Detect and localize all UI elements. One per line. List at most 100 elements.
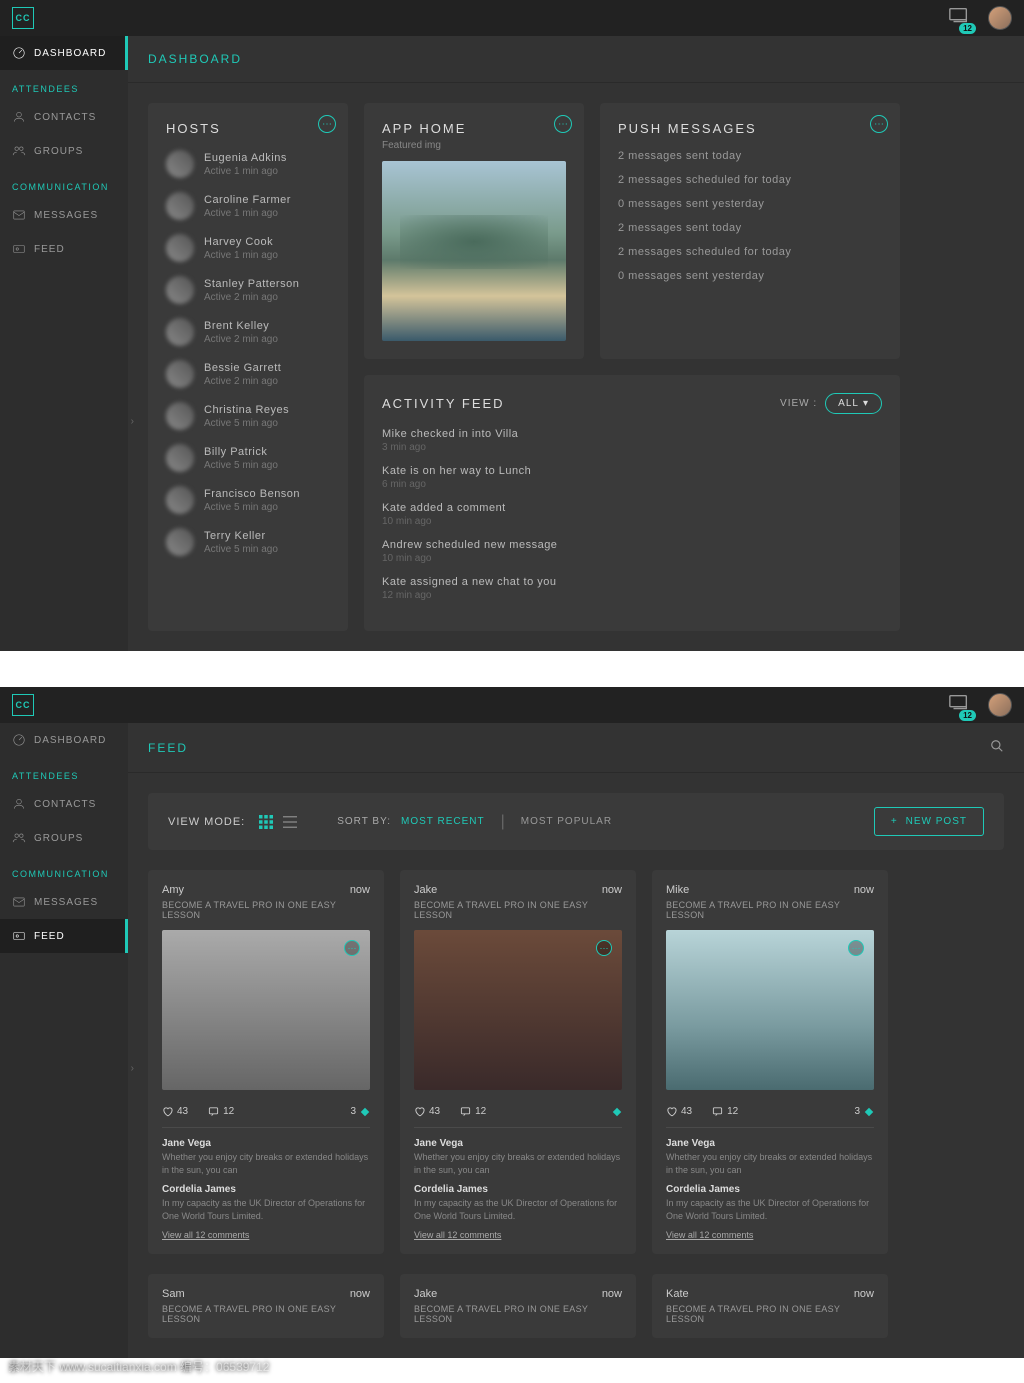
activity-time: 10 min ago xyxy=(382,553,882,564)
view-all-comments-link[interactable]: View all 12 comments xyxy=(162,1230,370,1240)
activity-row[interactable]: Mike checked in into Villa 3 min ago xyxy=(382,428,882,453)
search-icon[interactable] xyxy=(990,739,1004,756)
page-title: DASHBOARD xyxy=(128,36,1024,83)
activity-text: Kate added a comment xyxy=(382,502,882,514)
post-time: now xyxy=(350,884,370,896)
view-all-comments-link[interactable]: View all 12 comments xyxy=(414,1230,622,1240)
list-view-icon[interactable] xyxy=(283,815,297,829)
comment-count[interactable]: 12 xyxy=(712,1106,738,1117)
activity-time: 12 min ago xyxy=(382,590,882,601)
sidebar-item-groups[interactable]: GROUPS xyxy=(0,821,128,855)
post-author: Jake xyxy=(414,884,437,896)
featured-image xyxy=(382,161,566,341)
host-avatar xyxy=(166,192,194,220)
host-time: Active 1 min ago xyxy=(204,166,287,177)
sidebar-item-messages[interactable]: MESSAGES xyxy=(0,885,128,919)
sidebar-item-feed[interactable]: FEED xyxy=(0,919,128,953)
feed-card: Jakenow BECOME A TRAVEL PRO IN ONE EASY … xyxy=(400,1274,636,1338)
host-avatar xyxy=(166,528,194,556)
host-name: Francisco Benson xyxy=(204,488,300,500)
logo[interactable]: CC xyxy=(12,7,34,29)
feed-card: Mikenow BECOME A TRAVEL PRO IN ONE EASY … xyxy=(652,870,888,1254)
host-row[interactable]: Christina Reyes Active 5 min ago xyxy=(166,402,330,430)
post-title: BECOME A TRAVEL PRO IN ONE EASY LESSON xyxy=(666,1304,874,1324)
view-filter-dropdown[interactable]: ALL▾ xyxy=(825,393,882,414)
host-row[interactable]: Francisco Benson Active 5 min ago xyxy=(166,486,330,514)
watermark: 素材天下 www.sucaitianxia.com 编号：06539712 xyxy=(8,1358,269,1375)
sidebar-item-dashboard[interactable]: DASHBOARD xyxy=(0,723,128,757)
host-row[interactable]: Stanley Patterson Active 2 min ago xyxy=(166,276,330,304)
feed-card: Katenow BECOME A TRAVEL PRO IN ONE EASY … xyxy=(652,1274,888,1338)
push-message-line: 2 messages sent today xyxy=(618,222,882,234)
push-message-line: 2 messages scheduled for today xyxy=(618,246,882,258)
host-row[interactable]: Terry Keller Active 5 min ago xyxy=(166,528,330,556)
main-content: DASHBOARD ⋯ HOSTS Eugenia Adkins Active … xyxy=(128,36,1024,651)
feed-card: Samnow BECOME A TRAVEL PRO IN ONE EASY L… xyxy=(148,1274,384,1338)
card-title: ACTIVITY FEED xyxy=(382,396,505,411)
more-icon[interactable]: ⋯ xyxy=(318,115,336,133)
sidebar-item-contacts[interactable]: CONTACTS xyxy=(0,100,128,134)
feed-card: Jakenow BECOME A TRAVEL PRO IN ONE EASY … xyxy=(400,870,636,1254)
activity-text: Andrew scheduled new message xyxy=(382,539,882,551)
new-post-button[interactable]: + NEW POST xyxy=(874,807,984,836)
sort-most-popular[interactable]: MOST POPULAR xyxy=(521,816,612,827)
activity-row[interactable]: Kate added a comment 10 min ago xyxy=(382,502,882,527)
host-name: Stanley Patterson xyxy=(204,278,299,290)
sidebar: DASHBOARD ATTENDEES CONTACTS GROUPS COMM… xyxy=(0,36,128,651)
hosts-card: ⋯ HOSTS Eugenia Adkins Active 1 min ago … xyxy=(148,103,348,631)
like-count[interactable]: 43 xyxy=(666,1106,692,1117)
more-icon[interactable]: ⋯ xyxy=(870,115,888,133)
sidebar-expand-icon[interactable]: › xyxy=(131,416,134,427)
comment-author: Cordelia James xyxy=(666,1184,874,1195)
like-count[interactable]: 43 xyxy=(162,1106,188,1117)
post-image[interactable]: ⋯ xyxy=(666,930,874,1090)
host-row[interactable]: Brent Kelley Active 2 min ago xyxy=(166,318,330,346)
share-count: 3 xyxy=(350,1106,370,1117)
host-row[interactable]: Caroline Farmer Active 1 min ago xyxy=(166,192,330,220)
post-image[interactable]: ⋯ xyxy=(414,930,622,1090)
host-time: Active 2 min ago xyxy=(204,376,281,387)
feed-toolbar: VIEW MODE: SORT BY: MOST RECENT | MOST P… xyxy=(148,793,1004,850)
view-all-comments-link[interactable]: View all 12 comments xyxy=(666,1230,874,1240)
comment-count[interactable]: 12 xyxy=(460,1106,486,1117)
host-row[interactable]: Eugenia Adkins Active 1 min ago xyxy=(166,150,330,178)
post-title: BECOME A TRAVEL PRO IN ONE EASY LESSON xyxy=(162,900,370,920)
card-title: HOSTS xyxy=(166,121,330,136)
comment-count[interactable]: 12 xyxy=(208,1106,234,1117)
activity-row[interactable]: Andrew scheduled new message 10 min ago xyxy=(382,539,882,564)
host-name: Christina Reyes xyxy=(204,404,289,416)
sidebar-item-groups[interactable]: GROUPS xyxy=(0,134,128,168)
push-message-line: 2 messages scheduled for today xyxy=(618,174,882,186)
comment-author: Cordelia James xyxy=(414,1184,622,1195)
host-avatar xyxy=(166,486,194,514)
sidebar-item-contacts[interactable]: CONTACTS xyxy=(0,787,128,821)
messages-icon[interactable]: 12 xyxy=(948,5,970,32)
user-avatar[interactable] xyxy=(988,6,1012,30)
like-count[interactable]: 43 xyxy=(414,1106,440,1117)
post-author: Jake xyxy=(414,1288,437,1300)
sidebar-item-label: CONTACTS xyxy=(34,799,96,810)
logo[interactable]: CC xyxy=(12,694,34,716)
host-row[interactable]: Bessie Garrett Active 2 min ago xyxy=(166,360,330,388)
host-avatar xyxy=(166,150,194,178)
sidebar: DASHBOARD ATTENDEES CONTACTS GROUPS COMM… xyxy=(0,723,128,1358)
user-avatar[interactable] xyxy=(988,693,1012,717)
host-row[interactable]: Billy Patrick Active 5 min ago xyxy=(166,444,330,472)
sort-most-recent[interactable]: MOST RECENT xyxy=(401,816,485,827)
more-icon[interactable]: ⋯ xyxy=(344,940,360,956)
sidebar-item-feed[interactable]: FEED xyxy=(0,232,128,266)
sidebar-item-messages[interactable]: MESSAGES xyxy=(0,198,128,232)
more-icon[interactable]: ⋯ xyxy=(848,940,864,956)
host-avatar xyxy=(166,318,194,346)
grid-view-icon[interactable] xyxy=(259,815,273,829)
host-avatar xyxy=(166,234,194,262)
more-icon[interactable]: ⋯ xyxy=(554,115,572,133)
host-row[interactable]: Harvey Cook Active 1 min ago xyxy=(166,234,330,262)
sidebar-item-dashboard[interactable]: DASHBOARD xyxy=(0,36,128,70)
messages-icon[interactable]: 12 xyxy=(948,692,970,719)
post-image[interactable]: ⋯ xyxy=(162,930,370,1090)
activity-row[interactable]: Kate assigned a new chat to you 12 min a… xyxy=(382,576,882,601)
sidebar-expand-icon[interactable]: › xyxy=(131,1063,134,1074)
activity-row[interactable]: Kate is on her way to Lunch 6 min ago xyxy=(382,465,882,490)
more-icon[interactable]: ⋯ xyxy=(596,940,612,956)
